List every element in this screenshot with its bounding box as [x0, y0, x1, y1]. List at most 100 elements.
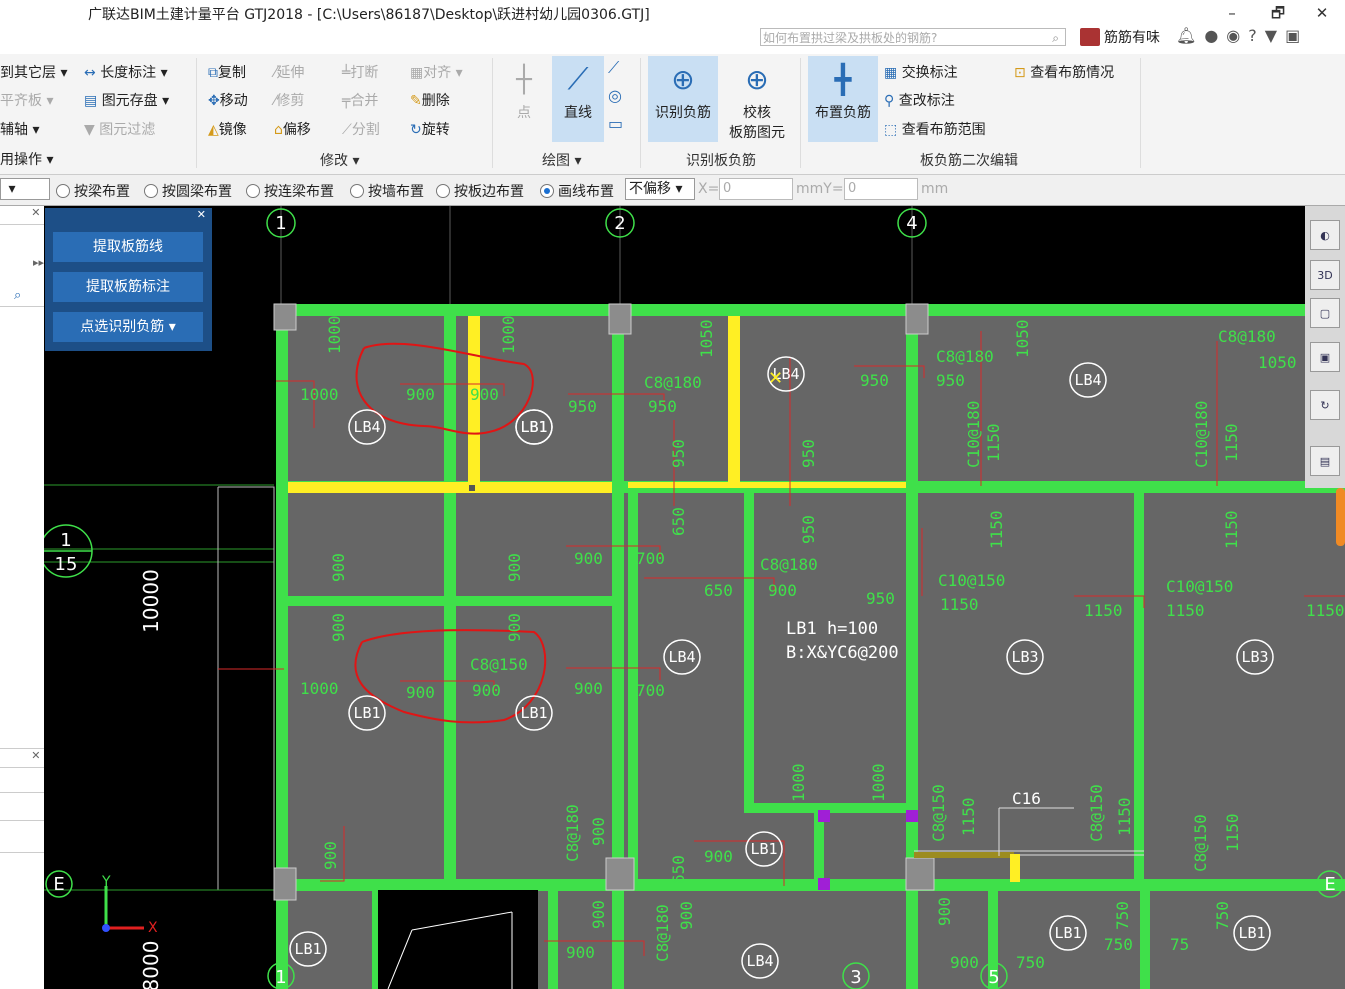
element-filter-button[interactable]: ▼ 图元过滤 — [84, 119, 155, 139]
split-button[interactable]: ⟋分割 — [342, 119, 380, 139]
offset-select[interactable]: 不偏移 ▾ — [625, 178, 695, 200]
rebar-label: 1000 — [300, 385, 339, 404]
radio-by-wall[interactable]: 按墙布置 — [350, 181, 424, 201]
copy-button[interactable]: ⧉复制 — [208, 62, 246, 82]
merge-button[interactable]: ╤合并 — [342, 90, 378, 110]
pick-identify-rebar-button[interactable]: 点选识别负筋 ▾ — [53, 312, 203, 342]
move-button[interactable]: ✥移动 — [208, 90, 248, 110]
rebar-label: 1000 — [300, 679, 339, 698]
rebar-label: 1150 — [1306, 601, 1345, 620]
circle-icon[interactable]: ◎ — [608, 86, 622, 105]
axis-label-fraction: 1 — [60, 530, 71, 551]
orbit-icon[interactable]: ◐ — [1310, 220, 1340, 250]
draw-group-label[interactable]: 绘图 ▾ — [542, 150, 581, 170]
restore-button[interactable]: 🗗 — [1260, 2, 1296, 24]
place-rebar-button[interactable]: ╋ 布置负筋 — [808, 56, 878, 142]
help-search-input[interactable]: 如何布置拱过梁及拱板处的钢筋? ⌕ — [760, 28, 1066, 46]
radio-by-beam[interactable]: 按梁布置 — [56, 181, 130, 201]
view-rebar-info-button[interactable]: ⊡ 查看布筋情况 — [1014, 62, 1114, 82]
window-title: 广联达BIM土建计量平台 GTJ2018 - [C:\Users\86187\D… — [88, 7, 650, 23]
draw-line-button[interactable]: ⟋ 直线 — [552, 56, 604, 142]
view-range-button[interactable]: ⬚ 查看布筋范围 — [884, 119, 986, 139]
rebar-label: C10@180 — [964, 401, 983, 468]
expand-icon[interactable]: ▸▸ — [0, 256, 44, 269]
x-input[interactable]: 0 — [719, 178, 793, 200]
rebar-label: 950 — [860, 371, 889, 390]
offset-button[interactable]: ⌂偏移 — [274, 119, 311, 139]
layer-view-icon[interactable]: ▤ — [1310, 446, 1340, 476]
rebar-label: 950 — [568, 397, 597, 416]
dropdown-icon: ▾ — [168, 319, 176, 335]
rotate-view-icon[interactable]: ↻ — [1310, 390, 1340, 420]
check-rebar-button[interactable]: ⊕ 校核 板筋图元 — [722, 56, 792, 142]
radio-draw-line[interactable]: 画线布置 — [540, 181, 614, 201]
extract-rebar-mark-button[interactable]: 提取板筋标注 — [53, 272, 203, 302]
save-element-button[interactable]: ▤ 图元存盘 ▾ — [84, 90, 169, 110]
drawing-canvas[interactable]: 1 2 4 1 3 5 E E 1 15 LB4 LB1 LB4 LB4 LB1 LB1 LB4 LB1 LB3 L… — [44, 206, 1345, 989]
rebar-label: 1150 — [940, 595, 979, 614]
rect-icon[interactable]: ▭ — [608, 114, 623, 133]
layer-select[interactable]: ▾ — [0, 178, 50, 200]
swap-mark-button[interactable]: ▦ 交换标注 — [884, 62, 958, 82]
close-icon[interactable]: ✕ — [0, 748, 44, 768]
ribbon-flush-slab[interactable]: 平齐板 ▾ — [0, 90, 53, 110]
top-view-icon[interactable]: ▢ — [1310, 298, 1340, 328]
bot-icon[interactable]: ◉ — [1226, 26, 1240, 45]
help-icon[interactable]: ? — [1248, 26, 1257, 45]
rebar-label: 900 — [935, 897, 954, 926]
rebar-label: 1150 — [1115, 797, 1134, 836]
extract-rebar-line-button[interactable]: 提取板筋线 — [53, 232, 203, 262]
shirt-icon[interactable]: ▼ — [1265, 26, 1277, 45]
rebar-label: 950 — [669, 439, 688, 468]
chat-icon[interactable]: ● — [1204, 26, 1218, 45]
break-button[interactable]: ╧打断 — [342, 62, 378, 82]
edit-mark-icon: ⚲ — [884, 93, 895, 109]
close-icon[interactable]: ✕ — [0, 206, 44, 225]
ribbon-common-ops[interactable]: 用操作 ▾ — [0, 149, 53, 169]
rotate-button[interactable]: ↻旋转 — [410, 119, 450, 139]
rebar-label: 900 — [329, 613, 348, 642]
close-icon[interactable]: ✕ — [197, 208, 206, 221]
draw-point-button[interactable]: ┼ 点 — [502, 56, 546, 142]
radio-by-slab-edge[interactable]: 按板边布置 — [436, 181, 524, 201]
slab-label: LB3 — [1011, 648, 1038, 666]
minimize-button[interactable]: – — [1214, 2, 1250, 24]
extend-button[interactable]: ⁄延伸 — [274, 62, 304, 82]
close-button[interactable]: ✕ — [1304, 2, 1340, 24]
modify-group-label[interactable]: 修改 ▾ — [320, 150, 359, 170]
slab-label: LB1 — [750, 840, 777, 858]
rebar-label: 1150 — [1166, 601, 1205, 620]
scrollbar-thumb[interactable] — [1336, 488, 1345, 546]
edit-mark-button[interactable]: ⚲ 查改标注 — [884, 90, 955, 110]
save-icon: ▤ — [84, 93, 98, 109]
3d-view-icon[interactable]: 3D — [1310, 260, 1340, 290]
delete-button[interactable]: ✎删除 — [410, 90, 450, 110]
length-dim-button[interactable]: ↔ 长度标注 ▾ — [84, 62, 168, 82]
search-icon[interactable]: ⌕ — [1052, 29, 1059, 47]
identify-rebar-icon: ⊕ — [671, 63, 695, 96]
arc-icon[interactable]: ⟋ — [608, 58, 619, 78]
bell-icon[interactable]: 🔔︎ — [1176, 26, 1196, 45]
ribbon-aux-axis[interactable]: 辅轴 ▾ — [0, 119, 39, 139]
edit-group-label: 板负筋二次编辑 — [920, 153, 1018, 169]
radio-by-link-beam[interactable]: 按连梁布置 — [246, 181, 334, 201]
rebar-label: 1050 — [1013, 319, 1032, 358]
slab-label: LB1 — [520, 704, 547, 722]
rebar-label: 1050 — [697, 319, 716, 358]
cube-view-icon[interactable]: ▣ — [1310, 342, 1340, 372]
identify-rebar-button[interactable]: ⊕ 识别负筋 — [648, 56, 718, 142]
trim-button[interactable]: ⁄修剪 — [274, 90, 304, 110]
panel-icon[interactable]: ▣ — [1285, 26, 1300, 45]
y-input[interactable]: 0 — [844, 178, 918, 200]
radio-by-ring-beam[interactable]: 按圆梁布置 — [144, 181, 232, 201]
rebar-label: 650 — [669, 507, 688, 536]
slab-label: LB1 — [294, 940, 321, 958]
cad-drawing[interactable]: 1 2 4 1 3 5 E E 1 15 LB4 LB1 LB4 LB4 LB1 LB1 LB4 LB1 LB3 L… — [44, 206, 1345, 989]
user-account[interactable]: 筋筋有味 — [1080, 27, 1160, 47]
align-button[interactable]: ▦对齐 ▾ — [410, 62, 463, 82]
mirror-button[interactable]: ◭镜像 — [208, 119, 247, 139]
rebar-label: C8@180 — [563, 804, 582, 862]
rebar-label: 1000 — [789, 763, 808, 802]
search-icon[interactable]: ⌕ — [14, 288, 21, 303]
ribbon-copy-to-layer[interactable]: 到其它层 ▾ — [0, 62, 67, 82]
